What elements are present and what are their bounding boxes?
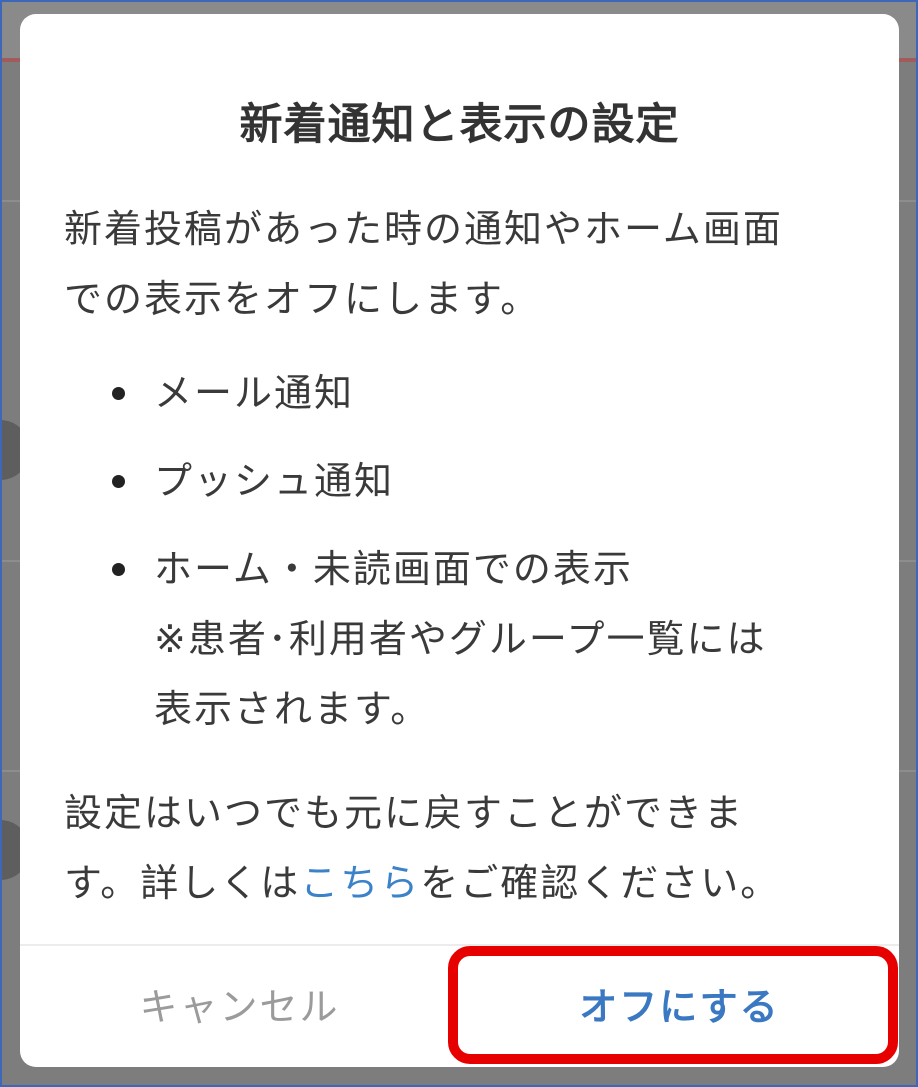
bullet-icon — [112, 475, 125, 488]
footer-text-line: す。詳しくはこちらをご確認ください。 — [64, 861, 780, 905]
footer-text-line: 設定はいつでも元に戻すことができま — [64, 791, 745, 835]
details-link[interactable]: こちら — [300, 861, 420, 905]
list-item-note: 表示されます。 — [154, 687, 431, 731]
dialog-title: 新着通知と表示の設定 — [239, 100, 680, 150]
list-item-note: ※患者･利用者やグループ一覧には — [154, 617, 767, 661]
list-item: プッシュ通知 — [112, 446, 864, 516]
list-item-text: メール通知 — [154, 371, 355, 415]
intro-text-line: 新着投稿があった時の通知やホーム画面 — [64, 207, 783, 251]
intro-text-line: での表示をオフにします。 — [64, 277, 541, 321]
intro-text: 新着投稿があった時の通知やホーム画面 での表示をオフにします。 — [64, 194, 864, 334]
list-item-text: プッシュ通知 — [154, 459, 395, 503]
list-item-text: ホーム・未読画面での表示 — [154, 547, 633, 591]
list-item: メール通知 — [112, 358, 864, 428]
dialog-body: 新着投稿があった時の通知やホーム画面 での表示をオフにします。 メール通知 プッ… — [64, 194, 864, 918]
footer-text: 設定はいつでも元に戻すことができま す。詳しくはこちらをご確認ください。 — [64, 778, 864, 918]
footer-text-suffix: をご確認ください。 — [420, 861, 781, 905]
turn-off-button[interactable]: オフにする — [460, 946, 899, 1067]
list-item: ホーム・未読画面での表示 ※患者･利用者やグループ一覧には 表示されます。 — [112, 534, 864, 744]
notification-settings-dialog: 新着通知と表示の設定 新着投稿があった時の通知やホーム画面 での表示をオフにしま… — [20, 14, 899, 1067]
bullet-icon — [112, 387, 125, 400]
affected-items-list: メール通知 プッシュ通知 ホーム・未読画面での表示 ※患者･利用者やグループ一覧… — [64, 358, 864, 744]
bullet-icon — [112, 563, 125, 576]
cancel-button[interactable]: キャンセル — [20, 946, 459, 1067]
footer-text-prefix: す。詳しくは — [64, 861, 301, 905]
